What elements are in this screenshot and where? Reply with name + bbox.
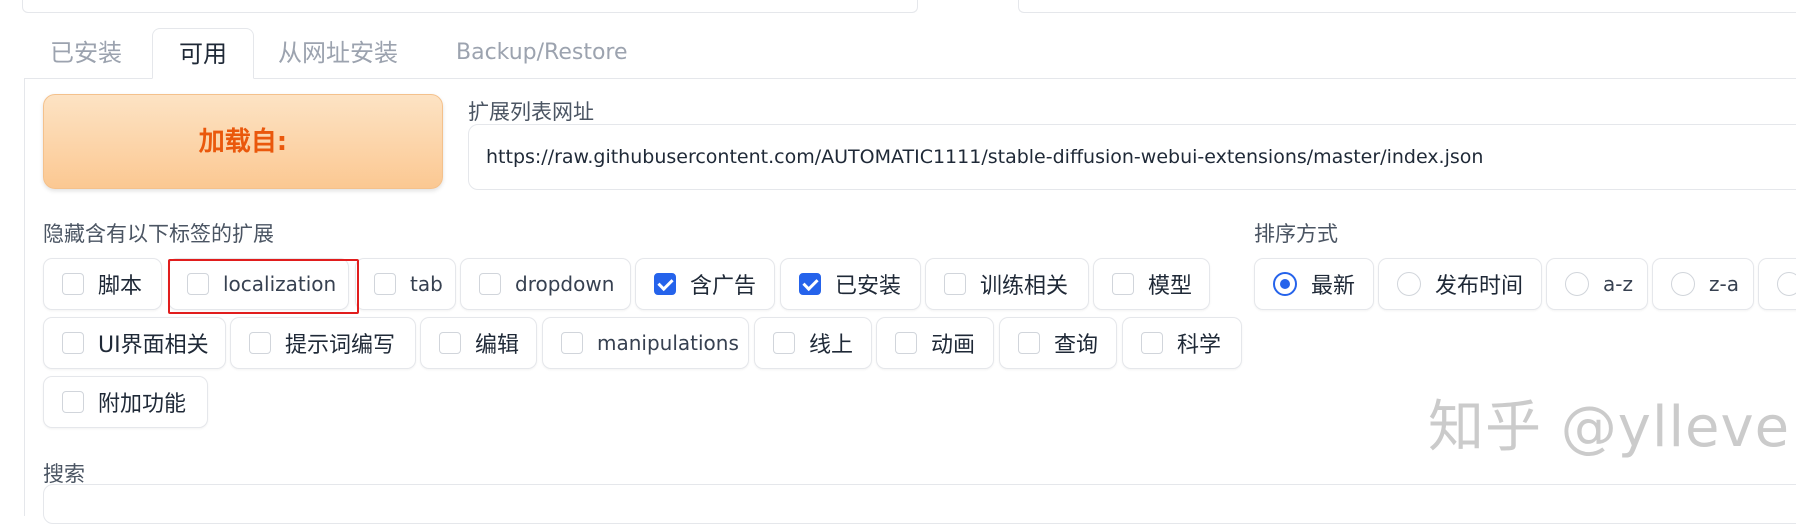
checkbox-icon[interactable] xyxy=(773,332,795,354)
zhihu-watermark: 知乎 @ylleve xyxy=(1428,395,1791,460)
sort-option-label: 最新 xyxy=(1311,274,1356,299)
tag-label: 动画 xyxy=(931,333,976,358)
tag-label: localization xyxy=(223,272,337,296)
sort-label: 排序方式 xyxy=(1254,222,1338,246)
radio-icon[interactable] xyxy=(1671,272,1695,296)
sort-option-label: 发布时间 xyxy=(1435,274,1524,299)
tag-label: UI界面相关 xyxy=(98,333,209,358)
checkbox-icon[interactable] xyxy=(479,273,501,295)
top-panel-edge xyxy=(22,0,918,13)
tag-label: 科学 xyxy=(1177,333,1222,358)
tag-checkbox-models[interactable]: 模型 xyxy=(1093,258,1210,310)
tab-installed[interactable]: 已安装 xyxy=(50,28,122,78)
tag-label: tab xyxy=(410,272,443,296)
top-panel-edge-right xyxy=(1018,0,1796,13)
sort-option-label: z-a xyxy=(1709,272,1739,296)
tag-label: 编辑 xyxy=(475,333,520,358)
checkbox-checked-icon[interactable] xyxy=(654,273,676,295)
tab-backup-restore[interactable]: Backup/Restore xyxy=(456,28,628,78)
checkbox-checked-icon[interactable] xyxy=(799,273,821,295)
tag-checkbox-prompting[interactable]: 提示词编写 xyxy=(230,317,416,369)
checkbox-icon[interactable] xyxy=(62,332,84,354)
tag-checkbox-dropdown[interactable]: dropdown xyxy=(460,258,631,310)
radio-icon[interactable] xyxy=(1777,272,1796,296)
tag-label: dropdown xyxy=(515,272,615,296)
radio-icon[interactable] xyxy=(1397,272,1421,296)
checkbox-icon[interactable] xyxy=(439,332,461,354)
tag-checkbox-script[interactable]: 脚本 xyxy=(43,258,162,310)
tag-label: manipulations xyxy=(597,331,739,355)
checkbox-icon[interactable] xyxy=(561,332,583,354)
url-field-label: 扩展列表网址 xyxy=(468,100,594,124)
tag-checkbox-online[interactable]: 线上 xyxy=(754,317,872,369)
tag-checkbox-extras[interactable]: 附加功能 xyxy=(43,376,208,428)
tab-install-from-url[interactable]: 从网址安装 xyxy=(278,28,398,78)
tag-label: 线上 xyxy=(809,333,854,358)
tag-checkbox-training[interactable]: 训练相关 xyxy=(925,258,1089,310)
tag-checkbox-ui-related[interactable]: UI界面相关 xyxy=(43,317,226,369)
checkbox-icon[interactable] xyxy=(62,273,84,295)
search-input[interactable] xyxy=(43,484,1796,524)
load-from-button[interactable]: 加载自: xyxy=(43,94,443,189)
tag-label: 训练相关 xyxy=(980,274,1069,299)
radio-selected-icon[interactable] xyxy=(1273,272,1297,296)
sort-option-z-a[interactable]: z-a xyxy=(1652,258,1754,310)
checkbox-icon[interactable] xyxy=(895,332,917,354)
hide-tags-label: 隐藏含有以下标签的扩展 xyxy=(43,222,274,246)
tag-checkbox-editing[interactable]: 编辑 xyxy=(420,317,537,369)
tag-label: 脚本 xyxy=(98,274,143,299)
tag-checkbox-animation[interactable]: 动画 xyxy=(876,317,994,369)
checkbox-icon[interactable] xyxy=(187,273,209,295)
sort-option-release-date[interactable]: 发布时间 xyxy=(1378,258,1542,310)
checkbox-icon[interactable] xyxy=(944,273,966,295)
tag-checkbox-localization[interactable]: localization xyxy=(168,258,349,310)
checkbox-icon[interactable] xyxy=(1141,332,1163,354)
checkbox-icon[interactable] xyxy=(374,273,396,295)
tag-checkbox-science[interactable]: 科学 xyxy=(1122,317,1242,369)
tag-checkbox-tab[interactable]: tab xyxy=(355,258,456,310)
tag-label: 附加功能 xyxy=(98,392,187,417)
radio-icon[interactable] xyxy=(1565,272,1589,296)
tag-checkbox-installed[interactable]: 已安装 xyxy=(780,258,921,310)
tab-bar: 已安装 可用 从网址安装 Backup/Restore xyxy=(24,28,1796,79)
checkbox-icon[interactable] xyxy=(1018,332,1040,354)
checkbox-icon[interactable] xyxy=(1112,273,1134,295)
tag-label: 模型 xyxy=(1148,274,1193,299)
tag-checkbox-ads[interactable]: 含广告 xyxy=(635,258,775,310)
sort-option-newest[interactable]: 最新 xyxy=(1254,258,1374,310)
tag-label: 含广告 xyxy=(690,274,757,299)
tag-checkbox-manipulations[interactable]: manipulations xyxy=(542,317,749,369)
sort-option-a-z[interactable]: a-z xyxy=(1546,258,1648,310)
extension-index-url-input[interactable]: https://raw.githubusercontent.com/AUTOMA… xyxy=(468,124,1796,190)
checkbox-icon[interactable] xyxy=(249,332,271,354)
tag-checkbox-query[interactable]: 查询 xyxy=(999,317,1117,369)
tag-label: 已安装 xyxy=(835,274,902,299)
sort-option-label: a-z xyxy=(1603,272,1633,296)
checkbox-icon[interactable] xyxy=(62,391,84,413)
sort-option-more[interactable] xyxy=(1758,258,1796,310)
tab-available[interactable]: 可用 xyxy=(152,28,254,79)
tag-label: 查询 xyxy=(1054,333,1099,358)
tag-label: 提示词编写 xyxy=(285,333,396,358)
